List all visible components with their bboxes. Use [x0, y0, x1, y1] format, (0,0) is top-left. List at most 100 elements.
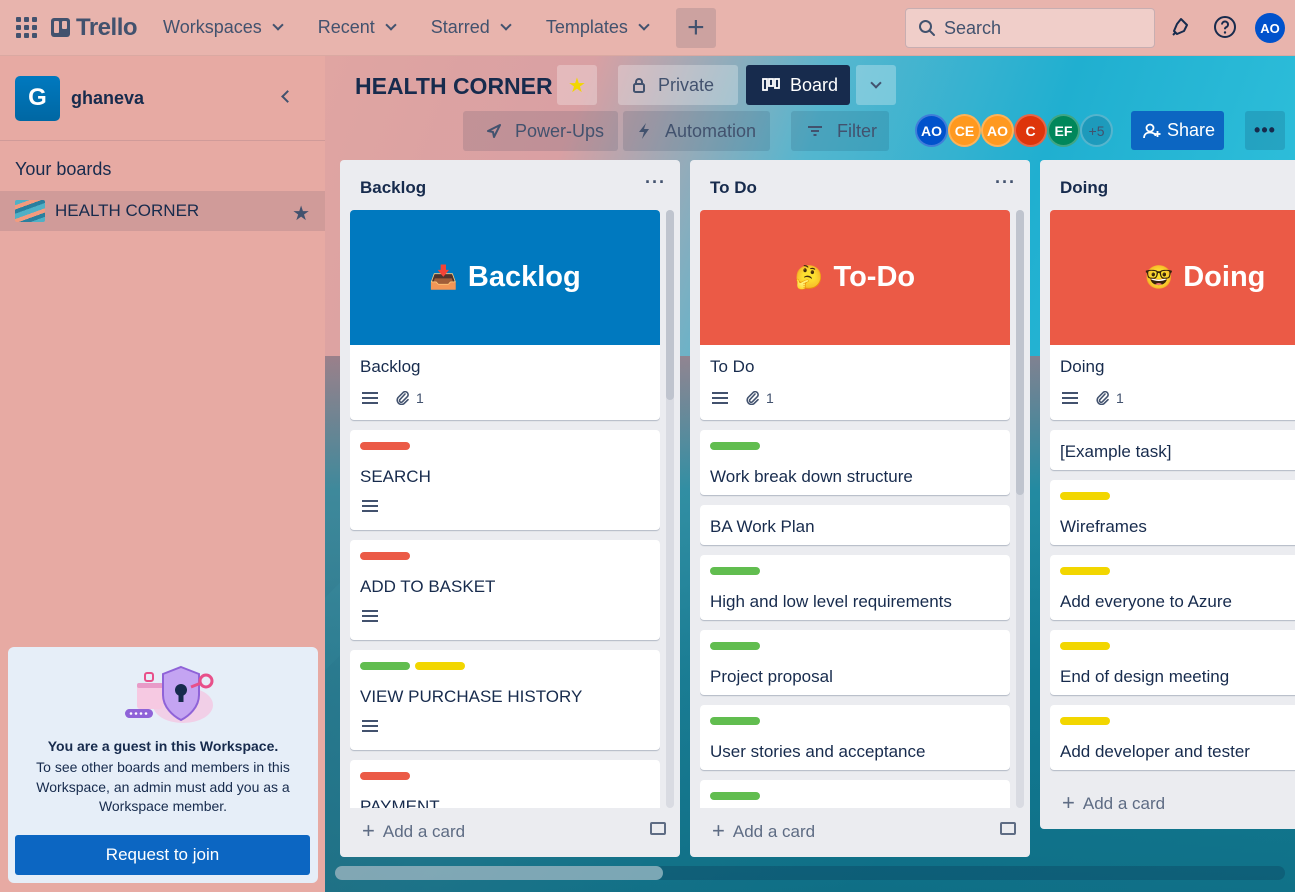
thinking-face-icon: 🤔 [794, 264, 824, 290]
card-template-icon[interactable] [1000, 822, 1016, 835]
filter-button[interactable]: Filter [791, 111, 889, 151]
card-add-to-basket[interactable]: ADD TO BASKET [350, 540, 660, 640]
nav-recent[interactable]: Recent [306, 12, 407, 44]
card-label[interactable] [415, 662, 465, 670]
member-avatar[interactable]: EF [1047, 114, 1080, 147]
top-header: Trello Workspaces Recent Starred Templat… [0, 0, 1295, 56]
list-title[interactable]: Backlog [360, 178, 426, 198]
card-view-purchase-history[interactable]: VIEW PURCHASE HISTORY [350, 650, 660, 750]
card-label[interactable] [710, 442, 760, 450]
card-list: 🤓 Doing Doing 1 [Example task] Wireframe… [1050, 210, 1295, 780]
board-thumbnail [15, 200, 45, 222]
card-search[interactable]: SEARCH [350, 430, 660, 530]
add-card-button[interactable]: + Add a card [712, 818, 815, 844]
filter-icon [808, 126, 822, 136]
create-button[interactable]: + [675, 7, 716, 48]
trello-logo[interactable]: Trello [51, 14, 138, 42]
board-view-button[interactable]: Board [746, 65, 850, 105]
add-card-button[interactable]: + Add a card [1062, 790, 1165, 816]
board-menu-button[interactable]: ••• [1245, 111, 1285, 150]
nav-workspaces[interactable]: Workspaces [151, 12, 294, 44]
more-members-button[interactable]: +5 [1080, 114, 1113, 147]
card-cover: 🤔 To-Do [700, 210, 1010, 345]
card-cover-backlog[interactable]: 📥 Backlog Backlog 1 [350, 210, 660, 420]
scrollbar-thumb[interactable] [335, 866, 663, 880]
card-label[interactable] [710, 567, 760, 575]
list-title[interactable]: To Do [710, 178, 757, 198]
search-box[interactable] [905, 8, 1155, 48]
card-label[interactable] [1060, 492, 1110, 500]
star-board-button[interactable]: ★ [557, 65, 597, 105]
member-avatar[interactable]: C [1014, 114, 1047, 147]
member-avatar[interactable]: AO [915, 114, 948, 147]
chevron-down-icon [638, 19, 650, 31]
card-design-meeting[interactable]: End of design meeting [1050, 630, 1295, 695]
card-label[interactable] [1060, 567, 1110, 575]
board-title[interactable]: HEALTH CORNER [355, 73, 553, 100]
request-to-join-button[interactable]: Request to join [15, 835, 310, 875]
card-requirements[interactable]: High and low level requirements [700, 555, 1010, 620]
card-title: Work break down structure [710, 467, 913, 486]
card-project-proposal[interactable]: Project proposal [700, 630, 1010, 695]
notifications-icon[interactable] [1168, 14, 1194, 40]
workspace-header[interactable]: G ghaneva [0, 56, 325, 141]
view-dropdown[interactable] [856, 65, 896, 105]
user-avatar[interactable]: AO [1255, 13, 1285, 43]
list-scrollbar[interactable] [666, 210, 674, 808]
card-label[interactable] [360, 442, 410, 450]
card-example-task[interactable]: [Example task] [1050, 430, 1295, 470]
card-user-stories[interactable]: User stories and acceptance [700, 705, 1010, 770]
board-canvas: HEALTH CORNER ★ Private Board Power-Ups … [325, 56, 1295, 892]
card-label[interactable] [360, 552, 410, 560]
card-partial[interactable] [700, 780, 1010, 808]
scrollbar-thumb[interactable] [1016, 210, 1024, 495]
app-switcher-icon[interactable] [13, 15, 39, 41]
search-icon [919, 20, 935, 36]
member-avatar[interactable]: CE [948, 114, 981, 147]
card-add-to-azure[interactable]: Add everyone to Azure [1050, 555, 1295, 620]
scrollbar-thumb[interactable] [666, 210, 674, 400]
card-cover-doing[interactable]: 🤓 Doing Doing 1 [1050, 210, 1295, 420]
star-icon[interactable]: ★ [292, 201, 310, 226]
card-label[interactable] [1060, 642, 1110, 650]
cover-text: Backlog [467, 261, 581, 293]
card-label[interactable] [710, 792, 760, 800]
nav-templates[interactable]: Templates [534, 12, 660, 44]
member-avatar[interactable]: AO [981, 114, 1014, 147]
card-labels [360, 772, 415, 780]
sidebar-item-health-corner[interactable]: HEALTH CORNER ★ [0, 191, 325, 231]
card-badges: 1 [362, 390, 424, 406]
card-wbs[interactable]: Work break down structure [700, 430, 1010, 495]
card-cover: 🤓 Doing [1050, 210, 1295, 345]
board-horizontal-scrollbar[interactable] [335, 866, 1285, 880]
share-button[interactable]: Share [1131, 111, 1224, 150]
collapse-sidebar-icon[interactable] [281, 90, 294, 103]
card-payment[interactable]: PAYMENT [350, 760, 660, 808]
card-ba-work-plan[interactable]: BA Work Plan [700, 505, 1010, 545]
chevron-down-icon [500, 19, 512, 31]
power-ups-button[interactable]: Power-Ups [463, 111, 618, 151]
card-template-icon[interactable] [650, 822, 666, 835]
card-badges [362, 720, 378, 732]
card-label[interactable] [360, 662, 410, 670]
card-label[interactable] [710, 717, 760, 725]
card-wireframes[interactable]: Wireframes [1050, 480, 1295, 545]
nav-starred[interactable]: Starred [419, 12, 522, 44]
visibility-button[interactable]: Private [618, 65, 738, 105]
automation-button[interactable]: Automation [623, 111, 770, 151]
list-title[interactable]: Doing [1060, 178, 1108, 198]
help-icon[interactable] [1212, 14, 1238, 40]
attachment-count: 1 [416, 390, 424, 406]
add-card-label: Add a card [382, 822, 466, 841]
card-label[interactable] [360, 772, 410, 780]
add-card-button[interactable]: + Add a card [362, 818, 466, 844]
attachment-badge: 1 [396, 390, 424, 406]
list-menu-button[interactable]: ··· [645, 172, 666, 193]
list-menu-button[interactable]: ··· [995, 172, 1016, 193]
card-label[interactable] [1060, 717, 1110, 725]
list-scrollbar[interactable] [1016, 210, 1024, 808]
card-label[interactable] [710, 642, 760, 650]
card-developer-tester[interactable]: Add developer and tester [1050, 705, 1295, 770]
search-input[interactable] [944, 17, 1134, 39]
card-cover-to-do[interactable]: 🤔 To-Do To Do 1 [700, 210, 1010, 420]
